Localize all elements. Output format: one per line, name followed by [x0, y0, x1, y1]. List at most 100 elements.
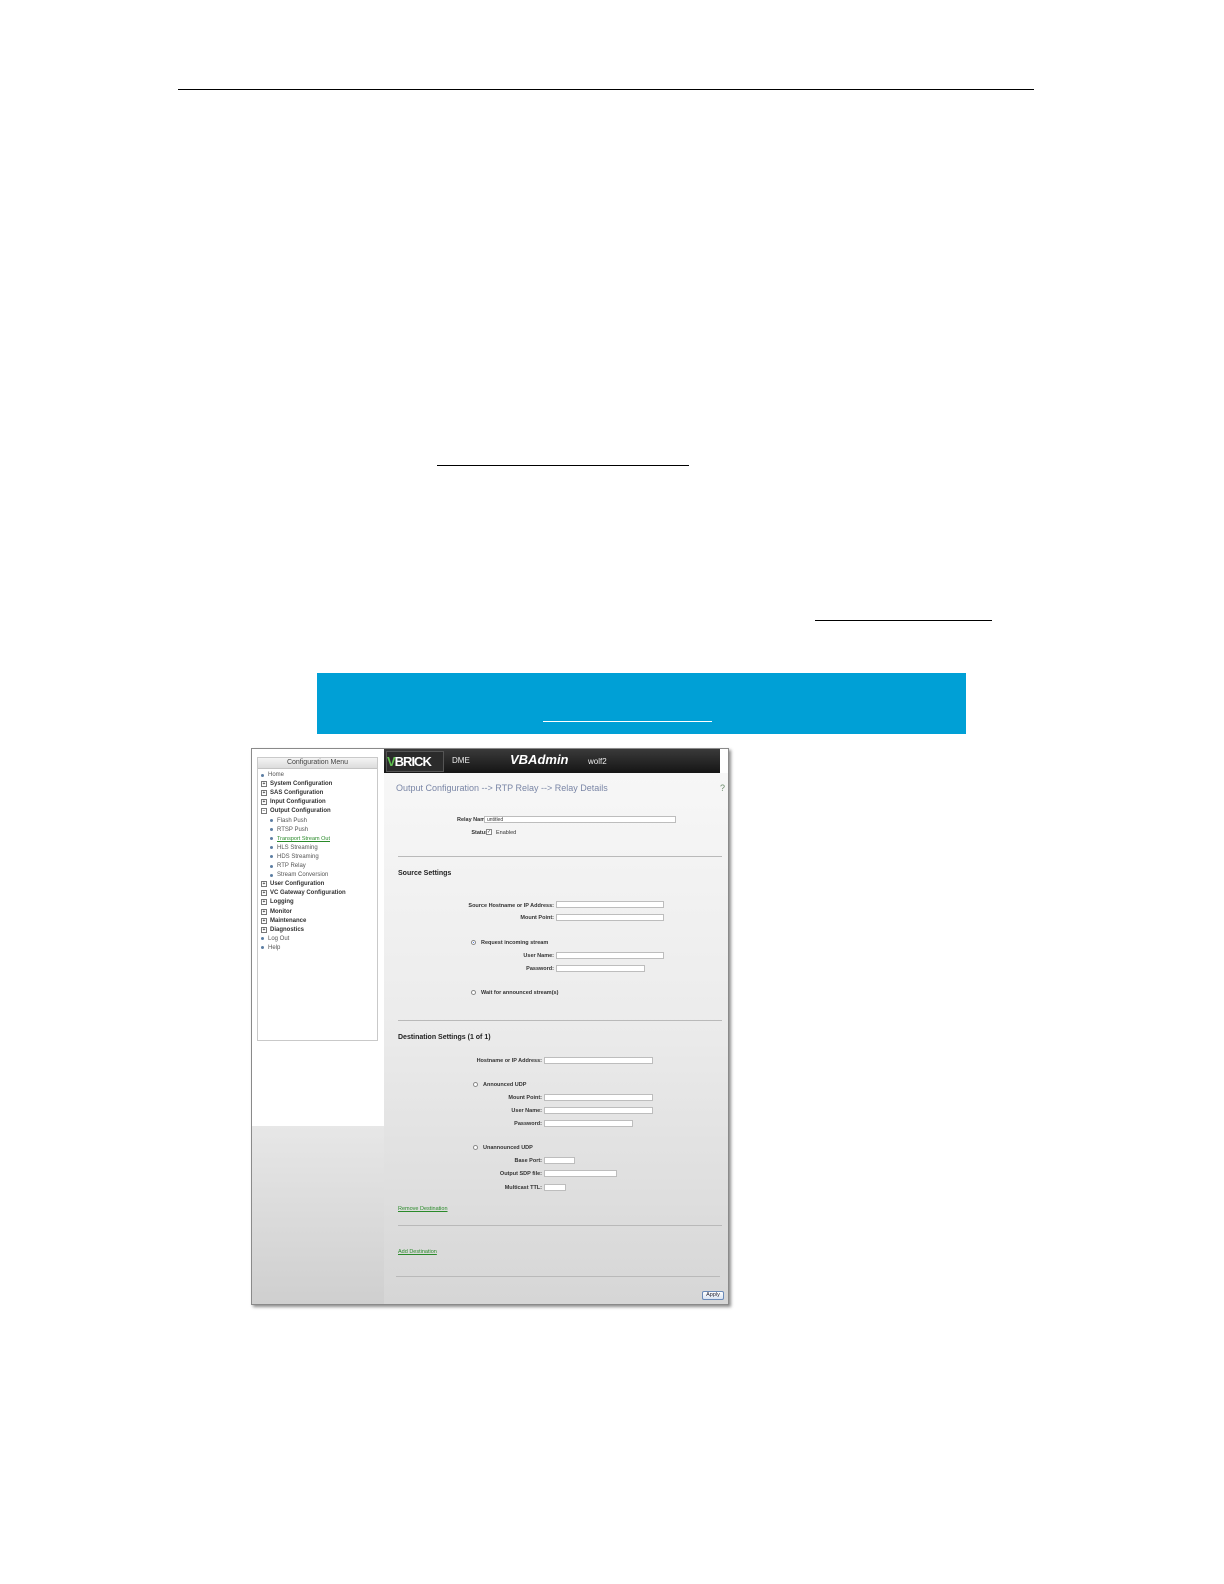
bullet-icon	[261, 773, 264, 777]
menu-item[interactable]: + VC Gateway Configuration	[261, 889, 346, 897]
bullet-icon	[261, 937, 264, 941]
menu-item[interactable]: RTSP Push	[270, 826, 308, 834]
menu-item[interactable]: + System Configuration	[261, 780, 332, 788]
menu-item[interactable]: + User Configuration	[261, 880, 324, 888]
highlight-banner	[317, 673, 966, 734]
enabled-checkbox[interactable]: ✓	[486, 829, 492, 835]
relay-name-input[interactable]: untitled	[484, 816, 676, 823]
menu-title: Configuration Menu	[258, 758, 377, 769]
source-host-input[interactable]	[556, 901, 664, 908]
menu-item-label: Stream Conversion	[277, 872, 329, 879]
underline-mark	[437, 465, 689, 466]
menu-item-label: User Configuration	[270, 881, 325, 888]
menu-item[interactable]: Help	[261, 944, 280, 952]
bullet-icon	[270, 837, 273, 841]
banner-underline	[543, 721, 712, 722]
dest-mount-input[interactable]	[544, 1094, 653, 1101]
wait-announced-radio[interactable]	[471, 990, 476, 995]
bullet-icon	[270, 828, 273, 832]
expand-icon: +	[261, 899, 267, 906]
menu-item[interactable]: + Monitor	[261, 908, 292, 916]
menu-item-label: SAS Configuration	[270, 790, 324, 797]
dest-user-label: User Name:	[511, 1108, 542, 1114]
bullet-icon	[270, 846, 273, 850]
menu-item[interactable]: + Diagnostics	[261, 926, 304, 934]
dest-host-label: Hostname or IP Address:	[476, 1058, 542, 1064]
relay-details-panel: Output Configuration --> RTP Relay --> R…	[384, 773, 728, 1304]
menu-item[interactable]: Log Out	[261, 935, 289, 943]
announced-udp-radio[interactable]	[473, 1082, 478, 1087]
menu-item-label: Log Out	[268, 935, 290, 942]
dest-password-input[interactable]	[544, 1120, 633, 1127]
expand-icon: +	[261, 926, 267, 933]
menu-item-label: Flash Push	[277, 817, 308, 824]
dest-user-input[interactable]	[544, 1107, 653, 1114]
menu-item[interactable]: Stream Conversion	[270, 871, 328, 879]
unannounced-udp-radio[interactable]	[473, 1145, 478, 1150]
expand-icon: +	[261, 781, 267, 788]
sidebar: Configuration Menu Home + System Configura…	[252, 749, 385, 1127]
product-name: DME	[452, 756, 470, 765]
request-stream-label: Request incoming stream	[481, 940, 549, 946]
vbrick-logo: VBRICK	[386, 751, 444, 772]
menu-item[interactable]: HDS Streaming	[270, 853, 319, 861]
enabled-label: Enabled	[496, 830, 517, 836]
dest-password-label: Password:	[514, 1121, 542, 1127]
underline-mark	[815, 620, 992, 621]
expand-icon: +	[261, 890, 267, 897]
source-user-label: User Name:	[523, 953, 554, 959]
menu-item-label: RTSP Push	[277, 826, 309, 833]
add-destination-link[interactable]: Add Destination	[398, 1249, 437, 1255]
menu-item-label: Logging	[270, 899, 294, 906]
expand-icon: +	[261, 908, 267, 915]
unannounced-udp-label: Unannounced UDP	[483, 1145, 533, 1151]
source-user-input[interactable]	[556, 952, 664, 959]
source-password-input[interactable]	[556, 965, 645, 972]
app-title: VBAdmin	[510, 752, 569, 767]
user-name: wolf2	[588, 757, 607, 766]
menu-item[interactable]: + SAS Configuration	[261, 789, 323, 797]
menu-item[interactable]: + Input Configuration	[261, 798, 326, 806]
menu-item[interactable]: Transport Stream Out	[270, 835, 330, 843]
divider	[398, 1020, 722, 1021]
sdp-file-input[interactable]	[544, 1170, 617, 1177]
base-port-input[interactable]	[544, 1157, 575, 1164]
dest-host-input[interactable]	[544, 1057, 653, 1064]
source-mount-label: Mount Point:	[520, 915, 554, 921]
wait-announced-label: Wait for announced stream(s)	[481, 990, 559, 996]
menu-item[interactable]: − Output Configuration	[261, 807, 331, 815]
menu-item-label: HLS Streaming	[277, 844, 318, 851]
source-host-label: Source Hostname or IP Address:	[468, 903, 554, 909]
menu-item[interactable]: RTP Relay	[270, 862, 306, 870]
breadcrumb: Output Configuration --> RTP Relay --> R…	[396, 783, 608, 793]
page-header-rule	[178, 89, 1034, 90]
menu-item[interactable]: HLS Streaming	[270, 844, 318, 852]
menu-item-label: Monitor	[270, 908, 292, 915]
expand-icon: +	[261, 790, 267, 797]
help-icon[interactable]: ?	[720, 783, 725, 793]
divider	[398, 1225, 722, 1226]
menu-item[interactable]: + Logging	[261, 898, 294, 906]
source-mount-input[interactable]	[556, 914, 664, 921]
bullet-icon	[261, 946, 264, 950]
app-header: VBRICK DME VBAdmin wolf2	[384, 749, 720, 773]
menu-item-label: Maintenance	[270, 917, 307, 924]
configuration-menu: Configuration Menu Home + System Configura…	[257, 757, 378, 1041]
source-password-label: Password:	[526, 966, 554, 972]
base-port-label: Base Port:	[514, 1158, 542, 1164]
apply-button[interactable]: Apply	[702, 1291, 724, 1300]
request-stream-radio[interactable]	[471, 940, 476, 945]
menu-item[interactable]: + Maintenance	[261, 917, 306, 925]
menu-item[interactable]: Home	[261, 771, 284, 779]
vbadmin-window: Configuration Menu Home + System Configura…	[251, 748, 729, 1305]
source-settings-heading: Source Settings	[398, 870, 452, 877]
destination-settings-heading: Destination Settings (1 of 1)	[398, 1034, 491, 1041]
expand-icon: +	[261, 799, 267, 806]
bullet-icon	[270, 873, 273, 877]
sidebar-footer	[252, 1126, 384, 1304]
divider	[398, 856, 722, 857]
ttl-input[interactable]	[544, 1184, 566, 1191]
remove-destination-link[interactable]: Remove Destination	[398, 1206, 448, 1212]
collapse-icon: −	[261, 808, 267, 815]
menu-item[interactable]: Flash Push	[270, 817, 307, 825]
